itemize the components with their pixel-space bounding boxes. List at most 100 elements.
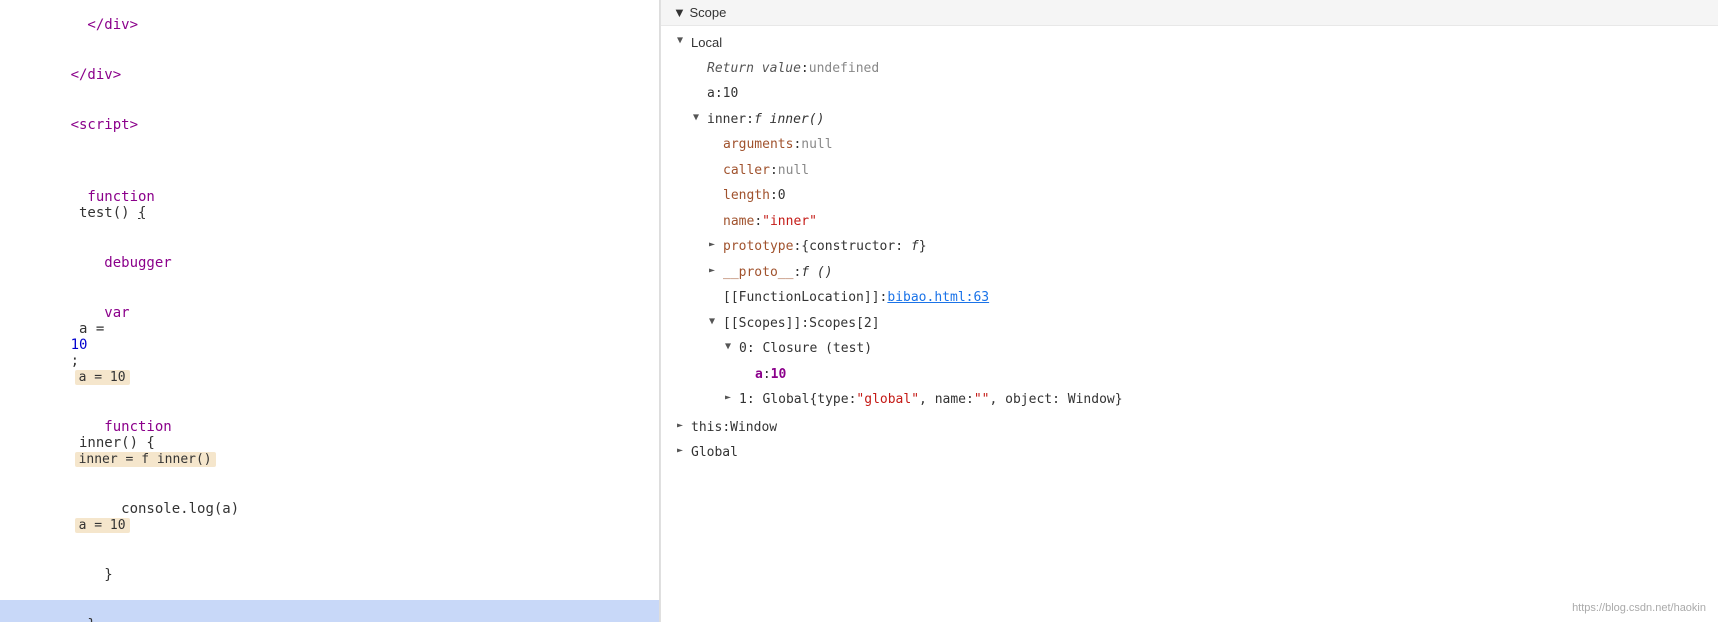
- prop-value-a: 10: [723, 84, 739, 104]
- scope-content: Local Return value : undefined a : 10 in…: [661, 26, 1718, 470]
- url-watermark: https://blog.csdn.net/haokin: [1572, 602, 1706, 614]
- prop-colon: :: [770, 186, 778, 206]
- local-label: Local: [691, 33, 722, 53]
- code-line: debugger: [0, 238, 659, 288]
- code-token: console.log(a): [71, 501, 240, 517]
- local-section[interactable]: Local: [661, 30, 1718, 56]
- code-line: </div>: [0, 0, 659, 50]
- code-token: </div>: [71, 17, 138, 33]
- prop-colon: :: [754, 212, 762, 232]
- code-keyword: function: [71, 189, 155, 205]
- prop-name-caller: caller: [723, 161, 770, 181]
- spacer-icon: [709, 288, 723, 303]
- scope-header: ▼ Scope: [661, 0, 1718, 26]
- scope-header-label: ▼ Scope: [673, 5, 726, 20]
- prop-colon: :: [801, 314, 809, 334]
- scope-row-length: length : 0: [661, 183, 1718, 209]
- scope-row-closure[interactable]: 0: Closure (test): [661, 336, 1718, 362]
- code-line: console.log(a) a = 10: [0, 484, 659, 550]
- prop-comma2: , object: Window}: [990, 390, 1123, 410]
- prop-colon: :: [801, 59, 809, 79]
- prop-comma1: , name:: [919, 390, 974, 410]
- code-editor: </div> </div> <script> function test() {…: [0, 0, 660, 622]
- prop-colon: :: [770, 161, 778, 181]
- prop-colon: :: [722, 418, 730, 438]
- code-token: }: [71, 567, 113, 583]
- code-line: function test() {: [0, 172, 659, 238]
- code-line: </div>: [0, 50, 659, 100]
- triangle-icon-proto: [709, 263, 723, 278]
- scope-row-caller: caller : null: [661, 158, 1718, 184]
- prop-colon: :: [715, 84, 723, 104]
- prop-value-this: Window: [730, 418, 777, 438]
- scope-row-inner[interactable]: inner : f inner(): [661, 107, 1718, 133]
- prop-value-function-location[interactable]: bibao.html:63: [887, 288, 989, 308]
- scope-row-function-location: [[FunctionLocation]] : bibao.html:63: [661, 285, 1718, 311]
- prop-name-proto: __proto__: [723, 263, 793, 283]
- prop-value-caller: null: [778, 161, 809, 181]
- prop-value-closure-a: 10: [771, 365, 787, 385]
- triangle-icon-global1: [725, 390, 739, 405]
- scope-row-arguments: arguments : null: [661, 132, 1718, 158]
- scope-row-prototype[interactable]: prototype : {constructor: f}: [661, 234, 1718, 260]
- code-keyword: var: [71, 305, 130, 321]
- spacer-icon: [693, 59, 707, 74]
- triangle-icon-this: [677, 418, 691, 433]
- code-number: 10: [71, 337, 88, 353]
- code-line-highlighted: }: [0, 600, 659, 622]
- scope-row-a: a : 10: [661, 81, 1718, 107]
- code-token: }: [71, 617, 96, 622]
- code-line: <script>: [0, 100, 659, 150]
- spacer-icon: [709, 212, 723, 227]
- prop-value-global1-type: "global": [856, 390, 919, 410]
- prop-value-name: "inner": [762, 212, 817, 232]
- scope-row-closure-a: a : 10: [661, 362, 1718, 388]
- prop-name-this: this: [691, 418, 722, 438]
- triangle-icon-global: [677, 443, 691, 458]
- scope-row-scopes[interactable]: [[Scopes]] : Scopes[2]: [661, 311, 1718, 337]
- prop-name-closure: 0: Closure (test): [739, 339, 872, 359]
- prop-value-return: undefined: [809, 59, 879, 79]
- triangle-icon-closure: [725, 339, 739, 354]
- spacer-icon: [693, 84, 707, 99]
- scope-row-return-value: Return value : undefined: [661, 56, 1718, 82]
- prop-name-global1: 1: Global: [739, 390, 809, 410]
- code-line: }: [0, 550, 659, 600]
- prop-value-inner: f inner(): [754, 110, 824, 130]
- spacer-icon: [741, 365, 755, 380]
- scope-row-global-1[interactable]: 1: Global {type: "global" , name: "" , o…: [661, 387, 1718, 413]
- code-line: var a = 10 ; a = 10: [0, 288, 659, 402]
- code-token: ;: [71, 353, 79, 369]
- scope-row-proto[interactable]: __proto__ : f (): [661, 260, 1718, 286]
- spacer-icon: [709, 161, 723, 176]
- prop-value-arguments: null: [801, 135, 832, 155]
- triangle-icon: [677, 33, 691, 48]
- prop-colon: :: [793, 263, 801, 283]
- code-token: a =: [71, 321, 113, 337]
- prop-colon: :: [746, 110, 754, 130]
- prop-name-scopes: [[Scopes]]: [723, 314, 801, 334]
- prop-value-proto: f (): [801, 263, 832, 283]
- scope-row-global[interactable]: Global: [661, 440, 1718, 466]
- prop-name-a: a: [707, 84, 715, 104]
- prop-value-prototype: {constructor: f}: [801, 237, 926, 257]
- triangle-icon-scopes: [709, 314, 723, 329]
- prop-name-return: Return value: [707, 59, 801, 79]
- prop-value-scopes: Scopes[2]: [809, 314, 879, 334]
- prop-colon: :: [793, 237, 801, 257]
- variable-badge: a = 10: [75, 518, 130, 533]
- code-keyword: debugger: [71, 255, 172, 271]
- prop-name-global: Global: [691, 443, 738, 463]
- triangle-icon-inner: [693, 110, 707, 125]
- prop-value-global1: {type:: [809, 390, 856, 410]
- code-line: function inner() { inner = f inner(): [0, 402, 659, 484]
- variable-badge: a = 10: [75, 370, 130, 385]
- code-line: [0, 150, 659, 172]
- prop-name-prototype: prototype: [723, 237, 793, 257]
- prop-name-name: name: [723, 212, 754, 232]
- prop-name-length: length: [723, 186, 770, 206]
- code-token: inner() {: [71, 435, 164, 451]
- spacer-icon: [709, 135, 723, 150]
- scope-row-this[interactable]: this : Window: [661, 415, 1718, 441]
- code-token: <script>: [71, 117, 138, 133]
